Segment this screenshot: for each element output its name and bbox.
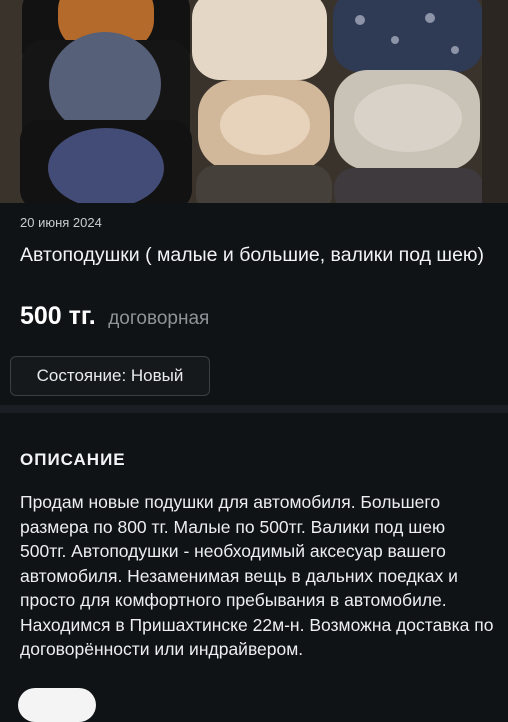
price-negotiable-label: договорная <box>108 308 210 329</box>
description-text: Продам новые подушки для автомобиля. Бол… <box>20 490 494 662</box>
condition-chip[interactable]: Состояние: Новый <box>10 356 210 396</box>
floating-action-button[interactable] <box>18 688 96 722</box>
listing-date: 20 июня 2024 <box>20 215 102 230</box>
pillows-image <box>0 0 508 203</box>
section-divider <box>0 405 508 413</box>
description-paragraph: Продам новые подушки для автомобиля. Бол… <box>20 492 458 610</box>
listing-photo[interactable] <box>0 0 508 203</box>
description-heading: ОПИСАНИЕ <box>20 450 126 469</box>
listing-title: Автоподушки ( малые и большие, валики по… <box>20 244 485 266</box>
price-row: 500 тг. договорная <box>20 302 209 331</box>
listing-price: 500 тг. <box>20 302 96 330</box>
description-paragraph: Находимся в Пришахтинске 22м-н. Возможна… <box>20 614 494 660</box>
